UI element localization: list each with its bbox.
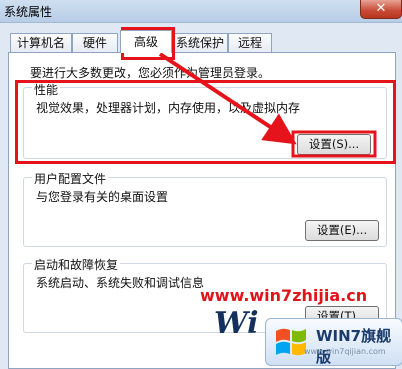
badge-url: www.win7qijian.com [304, 347, 386, 356]
windows-flag-icon [276, 328, 306, 356]
watermark-url: www.win7zhijia.cn [200, 286, 368, 305]
annotation-arrows [158, 52, 377, 158]
win7-badge: WIN7旗舰版 www.win7qijian.com [265, 318, 402, 366]
badge-name: WIN7旗舰版 [316, 327, 392, 366]
watermark-logo-text: Wi [214, 306, 259, 341]
tab-advanced[interactable]: 高级 [120, 30, 172, 53]
settings-button-highlight [291, 130, 377, 158]
pointer-arrow [158, 52, 297, 145]
